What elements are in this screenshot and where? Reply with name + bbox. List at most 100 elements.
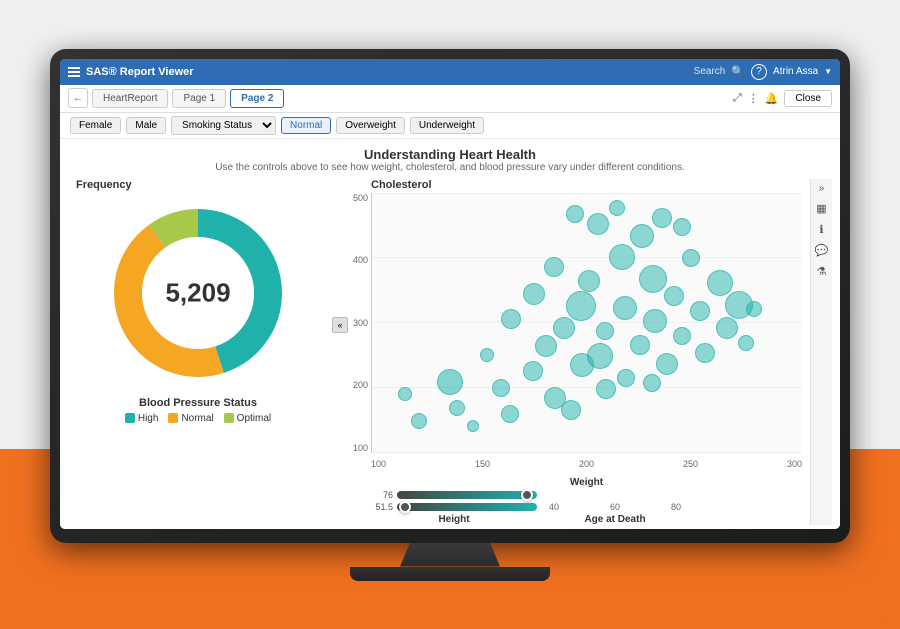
donut-center-value: 5,209 bbox=[165, 277, 230, 308]
monitor-base bbox=[350, 567, 550, 581]
app-header: SAS® Report Viewer Search 🔍 ? Atrin Assa… bbox=[60, 59, 840, 85]
bubble-46 bbox=[467, 420, 479, 432]
app-title: SAS® Report Viewer bbox=[86, 66, 194, 78]
search-label: Search bbox=[694, 66, 726, 77]
filter-normal[interactable]: Normal bbox=[281, 117, 331, 134]
filter-underweight[interactable]: Underweight bbox=[410, 117, 484, 134]
main-content: Understanding Heart Health Use the contr… bbox=[60, 139, 840, 529]
bubble-16 bbox=[707, 270, 733, 296]
height-axis-label: Height bbox=[371, 514, 537, 525]
chart-plot-area bbox=[371, 193, 802, 453]
bubble-29 bbox=[480, 348, 494, 362]
filter-male[interactable]: Male bbox=[126, 117, 166, 134]
bubble-45 bbox=[411, 413, 427, 429]
bubble-10 bbox=[639, 265, 667, 293]
smoking-status-dropdown[interactable]: Smoking Status bbox=[171, 116, 276, 135]
donut-section: Frequency bbox=[68, 179, 328, 525]
search-icon[interactable]: 🔍 bbox=[731, 65, 745, 78]
bubble-17 bbox=[501, 309, 521, 329]
user-name: Atrin Assa bbox=[773, 66, 818, 77]
bubble-35 bbox=[738, 335, 754, 351]
back-button[interactable]: ← bbox=[68, 88, 88, 108]
age-at-death-label: Age at Death bbox=[545, 514, 685, 525]
tab-bar: ← HeartReport Page 1 Page 2 ⤢ ⋮ 🔔 Close bbox=[60, 85, 840, 113]
hamburger-icon[interactable] bbox=[68, 67, 80, 77]
legend-high: High bbox=[125, 413, 159, 424]
more-options-icon[interactable]: ⋮ bbox=[748, 92, 759, 105]
bubble-12 bbox=[523, 283, 545, 305]
bubble-11 bbox=[682, 249, 700, 267]
filter-overweight[interactable]: Overweight bbox=[336, 117, 405, 134]
bubble-4 bbox=[630, 224, 654, 248]
bubble-18 bbox=[553, 317, 575, 339]
tab-heart-report[interactable]: HeartReport bbox=[92, 89, 168, 108]
height-value-76: 76 bbox=[371, 490, 393, 500]
donut-wrapper: 5,209 bbox=[98, 193, 298, 393]
chart-subtitle: Use the controls above to see how weight… bbox=[60, 162, 840, 173]
frequency-label: Frequency bbox=[76, 179, 132, 191]
legend-optimal: Optimal bbox=[224, 413, 271, 424]
bubble-5 bbox=[652, 208, 672, 228]
bubble-13 bbox=[566, 291, 596, 321]
filter-female[interactable]: Female bbox=[70, 117, 121, 134]
bubble-34 bbox=[695, 343, 715, 363]
height-value-51: 51.5 bbox=[371, 502, 393, 512]
expand-icon[interactable]: ⤢ bbox=[733, 92, 742, 105]
cholesterol-label: Cholesterol bbox=[371, 179, 802, 191]
filter-bar: Female Male Smoking Status Normal Overwe… bbox=[60, 113, 840, 139]
tab-page-1[interactable]: Page 1 bbox=[172, 89, 226, 108]
height-slider-top[interactable] bbox=[397, 491, 537, 499]
bubble-26 bbox=[673, 327, 691, 345]
bubble-15 bbox=[664, 286, 684, 306]
bubble-28 bbox=[746, 301, 762, 317]
chart-main-title: Understanding Heart Health bbox=[60, 147, 840, 162]
bubble-42 bbox=[449, 400, 465, 416]
bubble-14 bbox=[613, 296, 637, 320]
legend: High Normal Optimal bbox=[125, 413, 271, 424]
bubble-7 bbox=[609, 244, 635, 270]
filter-sidebar-icon[interactable]: ⚗ bbox=[817, 265, 827, 278]
bubble-39 bbox=[596, 379, 616, 399]
bubble-9 bbox=[578, 270, 600, 292]
height-slider-section: 76 51.5 bbox=[371, 490, 537, 525]
sliders-row: 76 51.5 bbox=[371, 490, 802, 525]
collapse-right-icon[interactable]: » bbox=[819, 183, 825, 194]
bubble-30 bbox=[523, 361, 543, 381]
height-slider-bottom[interactable] bbox=[397, 503, 537, 511]
bubble-37 bbox=[492, 379, 510, 397]
notification-icon[interactable]: 🔔 bbox=[765, 92, 779, 105]
monitor-screen: SAS® Report Viewer Search 🔍 ? Atrin Assa… bbox=[60, 59, 840, 529]
bubble-1 bbox=[566, 205, 584, 223]
bubble-32 bbox=[617, 369, 635, 387]
bubble-21 bbox=[690, 301, 710, 321]
bubble-31 bbox=[570, 353, 594, 377]
table-icon[interactable]: ▦ bbox=[816, 202, 826, 215]
close-button[interactable]: Close bbox=[784, 90, 832, 107]
info-icon[interactable]: ℹ bbox=[819, 223, 823, 236]
chart-title-area: Understanding Heart Health Use the contr… bbox=[60, 139, 840, 175]
bubble-41 bbox=[398, 387, 412, 401]
x-axis: 100 150 200 250 300 bbox=[371, 459, 802, 469]
bubble-25 bbox=[630, 335, 650, 355]
bubble-44 bbox=[561, 400, 581, 420]
bubble-6 bbox=[673, 218, 691, 236]
monitor-stand bbox=[400, 543, 500, 567]
bubble-43 bbox=[501, 405, 519, 423]
bubble-40 bbox=[643, 374, 661, 392]
tab-page-2[interactable]: Page 2 bbox=[230, 89, 284, 108]
comment-icon[interactable]: 💬 bbox=[815, 244, 829, 257]
bubble-2 bbox=[587, 213, 609, 235]
bubble-23 bbox=[535, 335, 557, 357]
age-axis-ticks: 40 60 80 bbox=[545, 502, 685, 512]
bubble-8 bbox=[544, 257, 564, 277]
help-icon[interactable]: ? bbox=[751, 64, 767, 80]
legend-normal: Normal bbox=[168, 413, 213, 424]
bubble-3 bbox=[609, 200, 625, 216]
right-sidebar: » ▦ ℹ 💬 ⚗ bbox=[810, 179, 832, 525]
charts-row: Frequency bbox=[60, 175, 840, 529]
collapse-button[interactable]: « bbox=[332, 317, 348, 333]
monitor-bezel: SAS® Report Viewer Search 🔍 ? Atrin Assa… bbox=[50, 49, 850, 543]
bubble-36 bbox=[437, 369, 463, 395]
bp-legend-title: Blood Pressure Status bbox=[98, 397, 298, 409]
user-dropdown-icon[interactable]: ▼ bbox=[824, 67, 832, 76]
